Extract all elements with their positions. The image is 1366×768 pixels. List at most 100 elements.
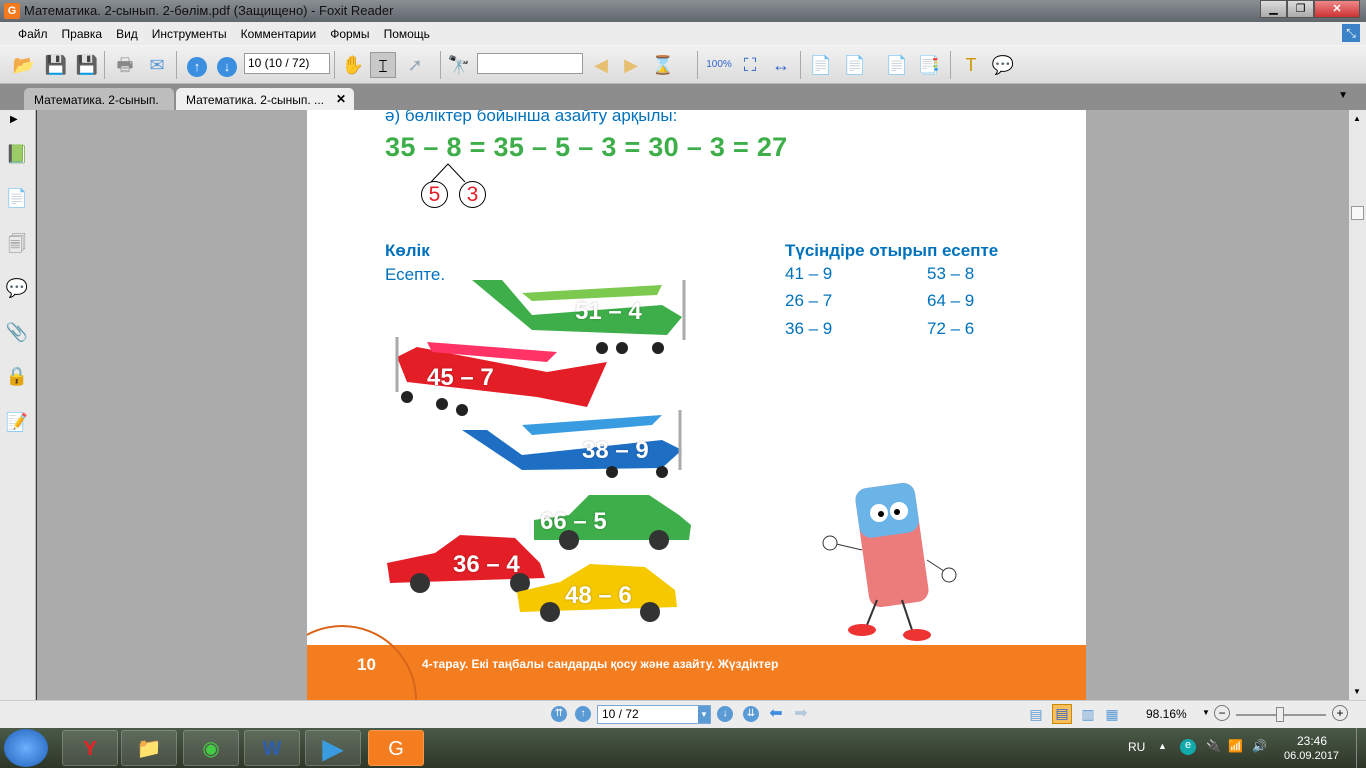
back-arrow-icon[interactable]: ⬅ [768,706,784,722]
pdf-icon[interactable]: 📄 [884,52,910,78]
chevron-down-icon[interactable]: ▼ [698,706,710,723]
select-arrow-icon[interactable]: ➚ [402,52,428,78]
menu-tools[interactable]: Инструменты [152,27,227,41]
file-explorer-icon[interactable]: 📁 [121,730,177,766]
menu-help[interactable]: Помощь [384,27,430,41]
scrollbar-thumb[interactable] [1351,206,1364,220]
fit-page-icon[interactable]: ⛶ [737,52,763,78]
menu-file[interactable]: Файл [18,27,48,41]
page-select[interactable]: 10 / 72 ▼ [597,705,711,724]
hand-tool-icon[interactable]: ✋ [340,52,366,78]
zoom-level[interactable]: 98.16% [1146,707,1187,721]
exercise: 64 – 9 [927,291,975,310]
foxit-reader-taskbar-icon[interactable]: G [368,730,424,766]
pdf-merge-icon[interactable]: 📑 [916,52,942,78]
show-hidden-icons[interactable]: ▲ [1158,741,1167,751]
eset-antivirus-icon[interactable]: e [1180,739,1196,755]
find-previous-icon[interactable]: ◀ [588,52,614,78]
navigation-panel: ▶ 📗 📄 🗐 💬 📎 🔒 📝 [0,110,36,700]
vertical-scrollbar[interactable]: ▲ ▼ [1349,110,1366,700]
save-icon[interactable]: 💾 [43,52,69,78]
scroll-up-icon[interactable]: ▲ [1353,114,1361,123]
note-comment-icon[interactable]: 💬 [990,52,1016,78]
pdf-page: ә) бөліктер бойынша азайту арқылы: 35 – … [307,110,1086,700]
power-icon[interactable]: 🔌 [1206,739,1221,753]
comments-icon[interactable]: 💬 [5,278,29,302]
vehicle-label: 66 – 5 [540,508,607,535]
security-lock-icon[interactable]: 🔒 [5,366,29,390]
layers-icon[interactable]: 🗐 [5,232,29,256]
search-input[interactable] [477,53,583,74]
find-binoculars-icon[interactable]: 🔭 [446,52,472,78]
print-icon[interactable]: 🖶 [112,52,138,78]
document-tabs: Математика. 2-сынып. ... Математика. 2-с… [0,84,1366,121]
zoom-slider-knob[interactable] [1276,707,1284,722]
exercise: 41 – 9 [785,264,833,283]
zoom-slider[interactable] [1236,707,1326,722]
search-options-icon[interactable]: ⌛ [650,52,676,78]
find-next-icon[interactable]: ▶ [618,52,644,78]
section-title-explain: Түсіндіре отырып есепте [785,241,999,260]
menu-comments[interactable]: Комментарии [241,27,317,41]
tab-document-1[interactable]: Математика. 2-сынып. ... [24,88,174,121]
last-page-icon[interactable]: ⇊ [743,706,759,722]
vehicle-label: 38 – 9 [582,437,649,464]
actual-size-icon[interactable]: 100% [706,52,732,78]
save-as-icon[interactable]: 💾 [74,52,100,78]
signatures-icon[interactable]: 📝 [5,412,29,436]
tab-document-2[interactable]: Математика. 2-сынып. ... ✕ [176,88,354,110]
select-text-icon[interactable]: 𝙸 [370,52,396,78]
next-page-icon[interactable]: ↓ [217,57,237,77]
facing-view-icon[interactable]: ▥ [1080,706,1096,722]
show-desktop-button[interactable] [1356,728,1366,768]
media-player-icon[interactable]: ▶ [305,730,361,766]
bookmarks-icon[interactable]: 📗 [5,144,29,168]
start-button[interactable] [4,729,48,767]
vehicle-label: 48 – 6 [565,582,632,609]
zoom-in-icon[interactable]: + [1332,705,1348,721]
attachments-icon[interactable]: 📎 [5,322,29,346]
menu-edit[interactable]: Правка [62,27,103,41]
next-page-icon[interactable]: ↓ [717,706,733,722]
scroll-down-icon[interactable]: ▼ [1353,687,1361,696]
create-pdf-from-file-icon[interactable]: 📄 [842,52,868,78]
close-window-button[interactable]: ✕ [1314,0,1360,18]
fit-width-icon[interactable]: ↔ [768,52,794,78]
single-page-view-icon[interactable]: ▤ [1028,706,1044,722]
maximize-button[interactable]: ❐ [1287,0,1314,18]
previous-page-icon[interactable]: ↑ [575,706,591,722]
menu-view[interactable]: Вид [116,27,138,41]
menu-bar: Файл Правка Вид Инструменты Комментарии … [0,22,1366,45]
menu-forms[interactable]: Формы [330,27,369,41]
document-viewport[interactable]: ә) бөліктер бойынша азайту арқылы: 35 – … [37,110,1349,700]
foxit-app-icon: G [4,3,20,19]
clock-date[interactable]: 06.09.2017 [1284,750,1339,762]
first-page-icon[interactable]: ⇈ [551,706,567,722]
word-icon[interactable]: W [244,730,300,766]
tab-list-dropdown-icon[interactable]: ▼ [1338,90,1348,101]
volume-icon[interactable]: 🔊 [1252,739,1267,753]
expand-panel-icon[interactable]: ▶ [10,114,18,125]
typewriter-icon[interactable]: T [958,52,984,78]
restore-view-icon[interactable]: ⤡ [1342,24,1360,42]
previous-page-icon[interactable]: ↑ [187,57,207,77]
zoom-dropdown-icon[interactable]: ▼ [1202,708,1210,717]
open-folder-icon[interactable]: 📂 [11,52,37,78]
minimize-button[interactable]: ▁ [1260,0,1287,18]
pages-icon[interactable]: 📄 [5,188,29,212]
yandex-browser-icon[interactable]: Y [62,730,118,766]
close-tab-icon[interactable]: ✕ [336,92,346,106]
page-number-input[interactable]: 10 (10 / 72) [244,53,330,74]
language-indicator[interactable]: RU [1128,740,1145,754]
clock-time[interactable]: 23:46 [1297,734,1327,748]
page-select-value: 10 / 72 [602,707,639,721]
zoom-out-icon[interactable]: − [1214,705,1230,721]
continuous-view-icon[interactable]: ▤ [1052,704,1072,724]
forward-arrow-icon[interactable]: ➡ [793,706,809,722]
green-car: 66 – 5 [529,490,694,555]
chrome-icon[interactable]: ◉ [183,730,239,766]
create-pdf-icon[interactable]: 📄 [808,52,834,78]
email-icon[interactable]: ✉ [144,52,170,78]
network-signal-icon[interactable]: 📶 [1228,739,1243,753]
continuous-facing-view-icon[interactable]: ▦ [1104,706,1120,722]
